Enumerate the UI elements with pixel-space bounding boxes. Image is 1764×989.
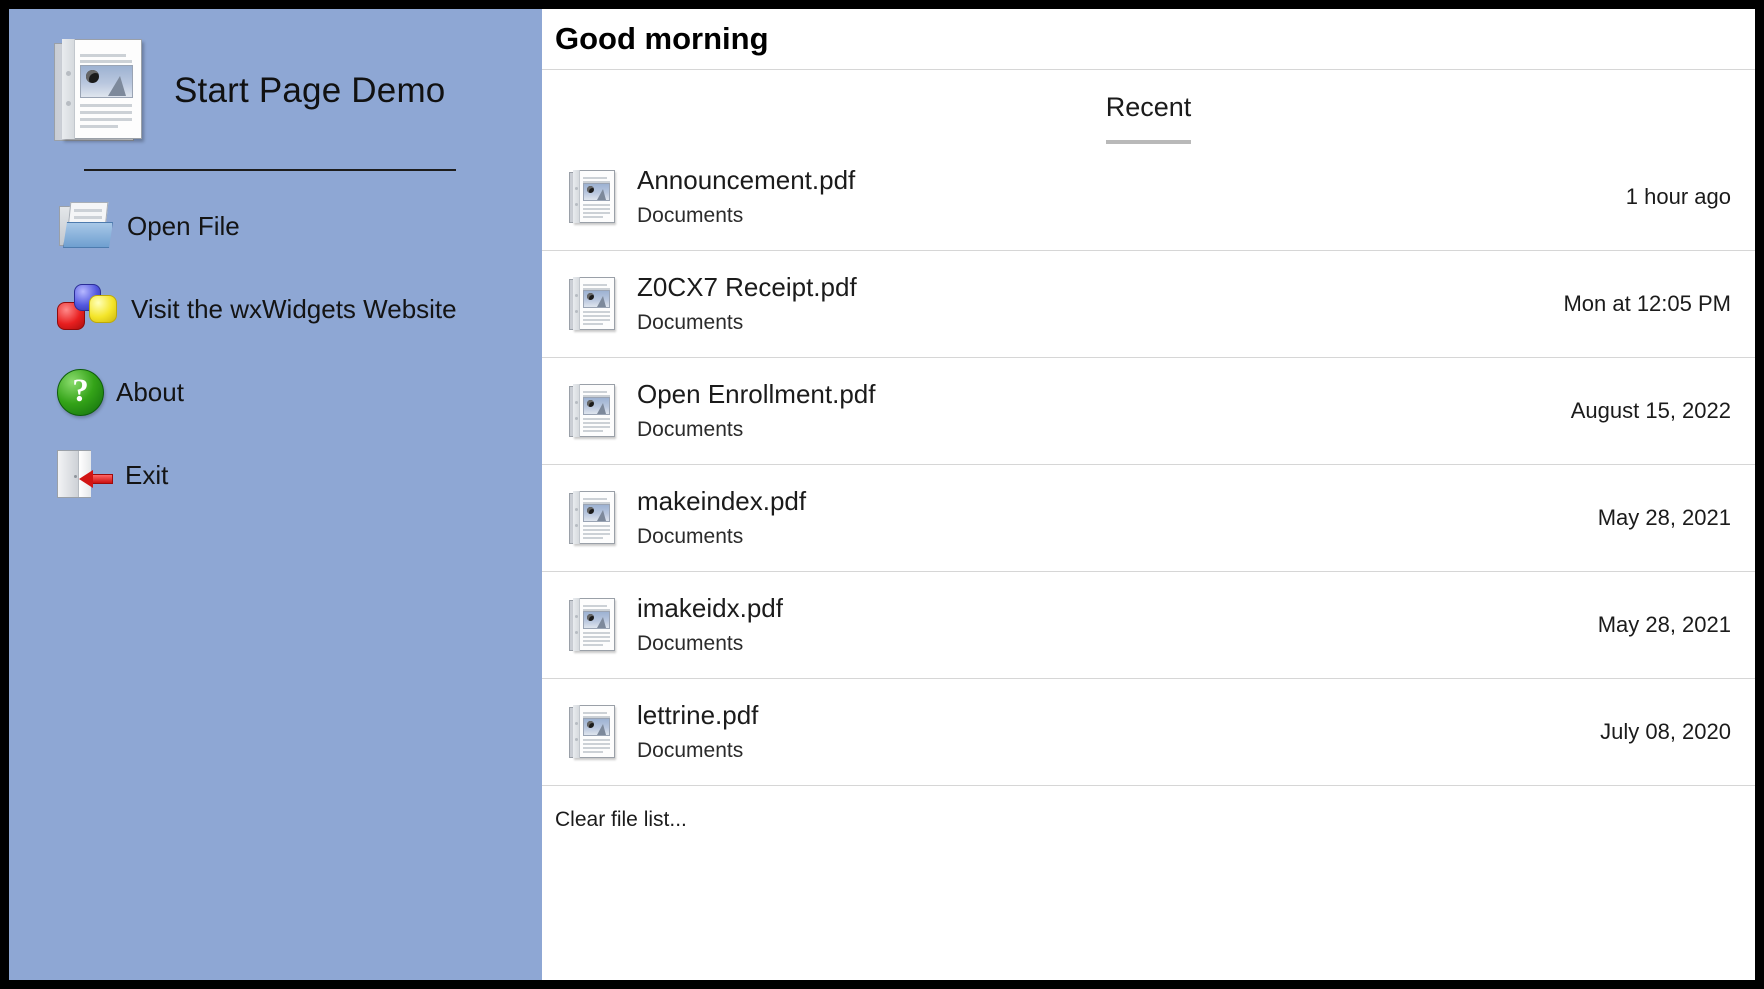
page-title: Start Page Demo [174,71,446,110]
file-name: imakeidx.pdf [637,593,783,623]
document-icon [569,169,617,225]
document-icon [54,39,144,143]
file-name: Z0CX7 Receipt.pdf [637,272,857,302]
document-icon [569,597,617,653]
file-location: Documents [637,525,744,548]
table-row[interactable]: lettrine.pdf Documents July 08, 2020 [542,679,1755,786]
file-location: Documents [637,632,744,655]
greeting-heading: Good morning [555,21,769,56]
question-mark-icon: ? [57,368,104,416]
sidebar-item-label: About [116,376,184,407]
clear-file-list-row: Clear file list... [542,786,1755,832]
sidebar-item-exit[interactable]: Exit [57,444,542,506]
file-date: 1 hour ago [1625,184,1731,209]
tab-bar: Recent [542,70,1755,144]
file-date: May 28, 2021 [1597,505,1731,530]
screen-root: Start Page Demo Open File Visit the wxWi… [0,0,1764,989]
table-row[interactable]: Announcement.pdf Documents 1 hour ago [542,144,1755,251]
file-location: Documents [637,311,744,334]
sidebar-divider [84,169,456,171]
exit-door-icon [57,450,113,500]
start-page-window: Start Page Demo Open File Visit the wxWi… [9,9,1755,980]
sidebar-item-label: Open File [127,210,240,241]
file-name: Announcement.pdf [637,165,856,195]
file-location: Documents [637,204,744,227]
sidebar-item-about[interactable]: ? About [57,361,542,423]
main-panel: Good morning Recent Announcement.pdf Doc… [542,9,1755,980]
wxwidgets-blocks-icon [57,284,119,334]
file-location: Documents [637,418,744,441]
file-name: lettrine.pdf [637,700,759,730]
file-date: Mon at 12:05 PM [1563,291,1731,316]
clear-file-list-link[interactable]: Clear file list... [555,808,687,832]
document-icon [569,276,617,332]
table-row[interactable]: makeindex.pdf Documents May 28, 2021 [542,465,1755,572]
file-date: August 15, 2022 [1570,398,1731,423]
document-icon [569,383,617,439]
file-location: Documents [637,739,744,762]
sidebar-item-label: Visit the wxWidgets Website [131,293,457,324]
recent-file-list: Announcement.pdf Documents 1 hour ago Z0… [542,144,1755,786]
sidebar-item-wxwidgets-website[interactable]: Visit the wxWidgets Website [57,278,542,340]
file-name: Open Enrollment.pdf [637,379,876,409]
document-icon [569,490,617,546]
sidebar-nav: Open File Visit the wxWidgets Website ? … [9,195,542,506]
table-row[interactable]: Z0CX7 Receipt.pdf Documents Mon at 12:05… [542,251,1755,358]
file-name: makeindex.pdf [637,486,807,516]
brand-header: Start Page Demo [9,9,542,143]
sidebar: Start Page Demo Open File Visit the wxWi… [9,9,542,980]
open-folder-icon [57,202,115,250]
sidebar-item-open-file[interactable]: Open File [57,195,542,257]
sidebar-item-label: Exit [125,459,169,490]
file-date: July 08, 2020 [1600,719,1731,744]
file-date: May 28, 2021 [1597,612,1731,637]
table-row[interactable]: imakeidx.pdf Documents May 28, 2021 [542,572,1755,679]
document-icon [569,704,617,760]
table-row[interactable]: Open Enrollment.pdf Documents August 15,… [542,358,1755,465]
tab-recent[interactable]: Recent [1105,92,1191,144]
